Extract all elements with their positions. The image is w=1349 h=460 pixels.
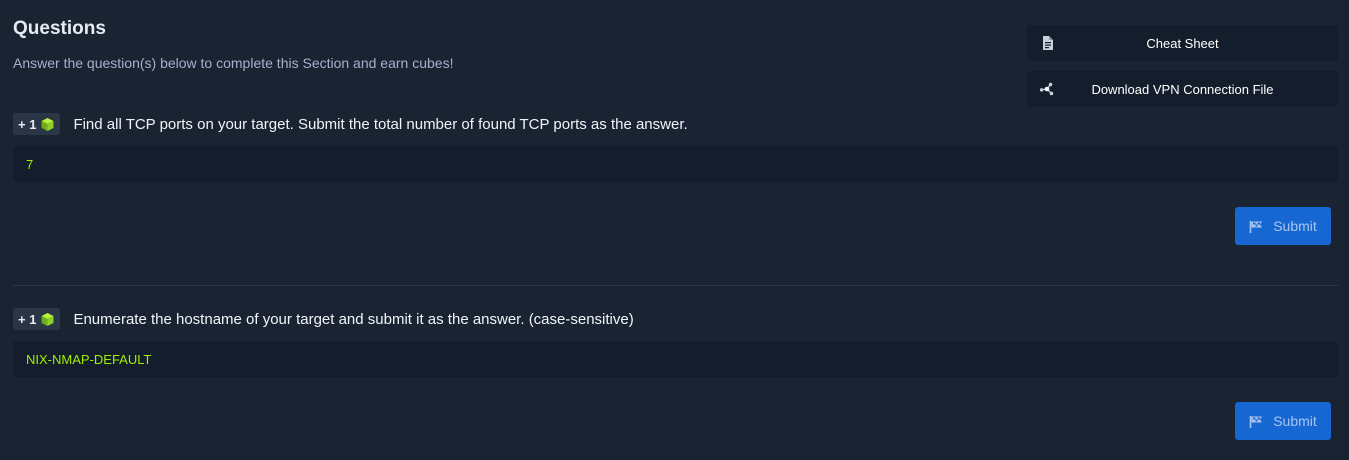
answer-input[interactable]: 7 [13, 146, 1338, 182]
question-divider [13, 285, 1338, 286]
submit-button[interactable]: Submit [1235, 207, 1331, 245]
flag-icon [1249, 415, 1264, 428]
question-header: + 1 Find all TCP ports on your target. S… [13, 113, 688, 135]
submit-label: Submit [1273, 218, 1317, 234]
network-icon [1039, 81, 1055, 97]
page-title: Questions [13, 18, 106, 39]
download-vpn-label: Download VPN Connection File [1091, 81, 1274, 97]
answer-input[interactable]: NIX-NMAP-DEFAULT [13, 341, 1338, 377]
question-text: Enumerate the hostname of your target an… [73, 310, 634, 328]
submit-button[interactable]: Submit [1235, 402, 1331, 440]
cube-reward-badge: + 1 [13, 308, 61, 330]
cheat-sheet-label: Cheat Sheet [1146, 35, 1219, 51]
flag-icon [1249, 220, 1264, 233]
document-icon [1039, 35, 1055, 51]
cheat-sheet-button[interactable]: Cheat Sheet [1027, 25, 1338, 61]
cube-reward-label: + 1 [18, 311, 37, 327]
cube-reward-badge: + 1 [13, 113, 61, 135]
question-text: Find all TCP ports on your target. Submi… [73, 115, 688, 133]
questions-panel: Questions Answer the question(s) below t… [0, 0, 1349, 460]
cube-icon [40, 117, 55, 132]
cube-reward-label: + 1 [18, 116, 37, 132]
download-vpn-button[interactable]: Download VPN Connection File [1027, 71, 1338, 107]
cube-icon [40, 312, 55, 327]
page-subtitle: Answer the question(s) below to complete… [13, 55, 454, 71]
question-header: + 1 Enumerate the hostname of your targe… [13, 308, 634, 330]
submit-label: Submit [1273, 413, 1317, 429]
